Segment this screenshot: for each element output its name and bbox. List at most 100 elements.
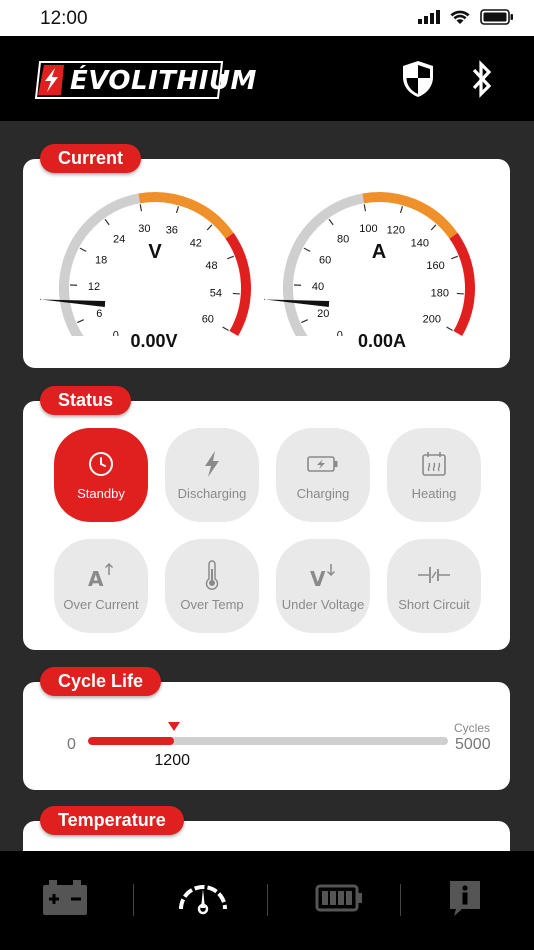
gauge-tick-label: 36 xyxy=(166,224,178,236)
tab-info[interactable] xyxy=(410,873,520,927)
svg-text:V: V xyxy=(310,567,326,588)
gauge-tick-label: 48 xyxy=(205,260,217,272)
tab-battery-level[interactable] xyxy=(284,873,394,927)
gauge-tick-label: 200 xyxy=(423,314,441,326)
status-over-current-button[interactable]: A Over Current xyxy=(54,539,148,633)
status-discharging-button[interactable]: Discharging xyxy=(165,428,259,522)
gauge-tick-label: 6 xyxy=(96,308,102,320)
gauge-tick-mark xyxy=(77,319,84,324)
gauge-tick-label: 180 xyxy=(431,287,449,299)
gauge-tick-label: 100 xyxy=(359,223,377,235)
voltage-readout: 0.00V xyxy=(130,331,178,351)
under-voltage-icon: V xyxy=(309,561,337,589)
gauge-needle xyxy=(41,299,106,307)
current-section-title: Current xyxy=(40,144,142,173)
battery-level-icon xyxy=(315,884,363,917)
status-under-voltage-button[interactable]: V Under Voltage xyxy=(276,539,370,633)
status-label: Heating xyxy=(411,485,457,501)
gauge-needle xyxy=(265,299,330,307)
gauge-tick-label: 12 xyxy=(88,281,100,293)
cycle-life-progress-track xyxy=(88,737,448,745)
status-short-circuit-button[interactable]: Short Circuit xyxy=(387,539,481,633)
voltage-gauge: 0612182430 3642485460V xyxy=(40,192,251,336)
gauge-tick-label: 20 xyxy=(317,308,329,320)
status-label: Over Temp xyxy=(180,596,244,612)
gauge-tick-label: 60 xyxy=(202,314,214,326)
status-label: Over Current xyxy=(63,596,139,612)
status-label: Discharging xyxy=(177,485,247,501)
status-charging-button[interactable]: Charging xyxy=(276,428,370,522)
clock-time: 12:00 xyxy=(40,8,88,29)
status-bar: 12:00 xyxy=(0,0,534,36)
gauge-tick-mark xyxy=(301,319,308,324)
cycle-min-label: 0 xyxy=(67,736,76,753)
status-over-temp-button[interactable]: Over Temp xyxy=(165,539,259,633)
amperage-readout: 0.00A xyxy=(357,331,407,351)
status-section-title: Status xyxy=(40,386,132,415)
gauge-tick-mark xyxy=(104,218,110,226)
battery-charging-icon xyxy=(307,450,339,478)
cycle-value-label: 1200 xyxy=(154,752,190,769)
gauge-tick-mark xyxy=(79,247,87,252)
gauge-unit-label: V xyxy=(148,241,162,263)
cycle-life-card xyxy=(23,682,510,790)
cycle-life-section-title: Cycle Life xyxy=(40,667,162,696)
brand-logo: ÉVOLITHIUM xyxy=(34,60,256,100)
gauge-tick-mark xyxy=(399,206,404,214)
tab-gauge[interactable] xyxy=(148,873,258,927)
gauge-tick-mark xyxy=(430,224,437,231)
amperage-gauge: 020406080100 120140160180200A xyxy=(264,192,475,336)
gauge-tick-label: 42 xyxy=(190,238,202,250)
temperature-section-title: Temperature xyxy=(40,806,184,835)
app-header: ÉVOLITHIUM xyxy=(0,36,534,121)
cycle-life-progress-fill xyxy=(88,737,175,745)
gauge-tick-label: 40 xyxy=(312,281,324,293)
shield-icon[interactable] xyxy=(398,58,438,100)
gauge-tick-label: 60 xyxy=(319,254,331,266)
cycle-max-label: 5000 xyxy=(455,736,491,753)
brand-name: ÉVOLITHIUM xyxy=(70,66,257,96)
gauge-tick-label: 18 xyxy=(95,254,107,266)
gauge-tick-label: 160 xyxy=(426,260,444,272)
gauge-tick-mark xyxy=(175,206,180,214)
tab-divider xyxy=(400,884,401,916)
signal-icon xyxy=(418,10,440,29)
tab-divider xyxy=(267,884,268,916)
gauge-tick-label: 80 xyxy=(337,234,349,246)
gauge-needle-head xyxy=(40,298,42,300)
info-icon xyxy=(448,879,482,922)
gauge-unit-label: A xyxy=(372,241,386,263)
gauge-zone-arc-1 xyxy=(138,192,234,239)
tab-divider xyxy=(133,884,134,916)
gauge-tick-label: 30 xyxy=(138,223,150,235)
lightning-icon xyxy=(203,450,221,478)
thermometer-icon xyxy=(204,559,220,590)
svg-text:A: A xyxy=(88,567,104,588)
gauge-tick-mark xyxy=(328,218,334,226)
wifi-icon xyxy=(450,10,470,30)
gauge-tick-mark xyxy=(227,255,235,260)
cycle-unit-label: Cycles xyxy=(454,721,491,735)
gauge-zone-arc-2 xyxy=(449,232,475,336)
status-heating-button[interactable]: Heating xyxy=(387,428,481,522)
status-standby-button[interactable]: Standby xyxy=(54,428,148,522)
battery-icon xyxy=(41,879,89,922)
gauge-tick-mark xyxy=(451,255,459,260)
gauge-tick-mark xyxy=(446,326,453,332)
status-label: Charging xyxy=(296,485,350,501)
tab-battery[interactable] xyxy=(10,873,120,927)
gauge-tick-label: 24 xyxy=(113,234,125,246)
status-label: Short Circuit xyxy=(398,596,470,612)
gauge-tick-mark xyxy=(139,204,143,212)
over-current-icon: A xyxy=(87,561,115,589)
clock-icon xyxy=(88,450,114,478)
heating-icon xyxy=(421,450,447,478)
gauge-tick-mark xyxy=(303,247,311,252)
cycle-marker-icon xyxy=(168,722,181,731)
bluetooth-icon[interactable] xyxy=(462,58,502,100)
gauge-tick-label: 140 xyxy=(411,238,429,250)
gauge-needle-head xyxy=(264,298,266,300)
status-label: Under Voltage xyxy=(281,596,365,612)
gauge-tick-label: 54 xyxy=(210,287,222,299)
status-label: Standby xyxy=(77,485,125,501)
